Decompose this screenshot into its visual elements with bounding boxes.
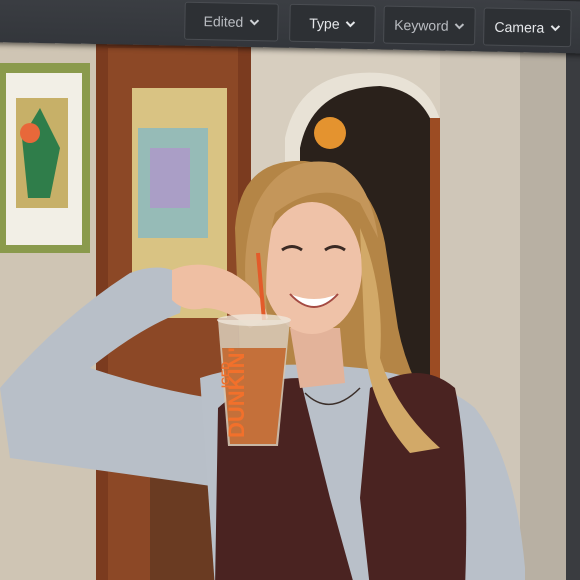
filter-camera-dropdown[interactable]: Camera — [483, 7, 572, 48]
cup-brand-text: DUNKIN' — [224, 347, 249, 438]
filter-type-label: Type — [309, 15, 340, 32]
chevron-down-icon — [454, 23, 465, 30]
wall-painting — [0, 63, 90, 253]
photo-preview[interactable]: DUNKIN' ICED — [0, 28, 580, 580]
chevron-down-icon — [550, 25, 560, 32]
filter-edited-label: Edited — [203, 13, 244, 30]
filter-camera-label: Camera — [494, 18, 545, 36]
chevron-down-icon — [345, 21, 356, 28]
filter-keyword-label: Keyword — [394, 16, 449, 34]
screen: DUNKIN' ICED Edited Type Keyword Camera — [0, 0, 580, 580]
filter-keyword-dropdown[interactable]: Keyword — [383, 5, 476, 46]
window-frame-right — [566, 40, 580, 580]
chevron-down-icon — [249, 19, 260, 26]
cup-iced-text: ICED — [220, 362, 232, 388]
filter-type-dropdown[interactable]: Type — [289, 3, 376, 44]
filter-edited-dropdown[interactable]: Edited — [184, 1, 279, 42]
photo-image: DUNKIN' ICED — [0, 28, 580, 580]
